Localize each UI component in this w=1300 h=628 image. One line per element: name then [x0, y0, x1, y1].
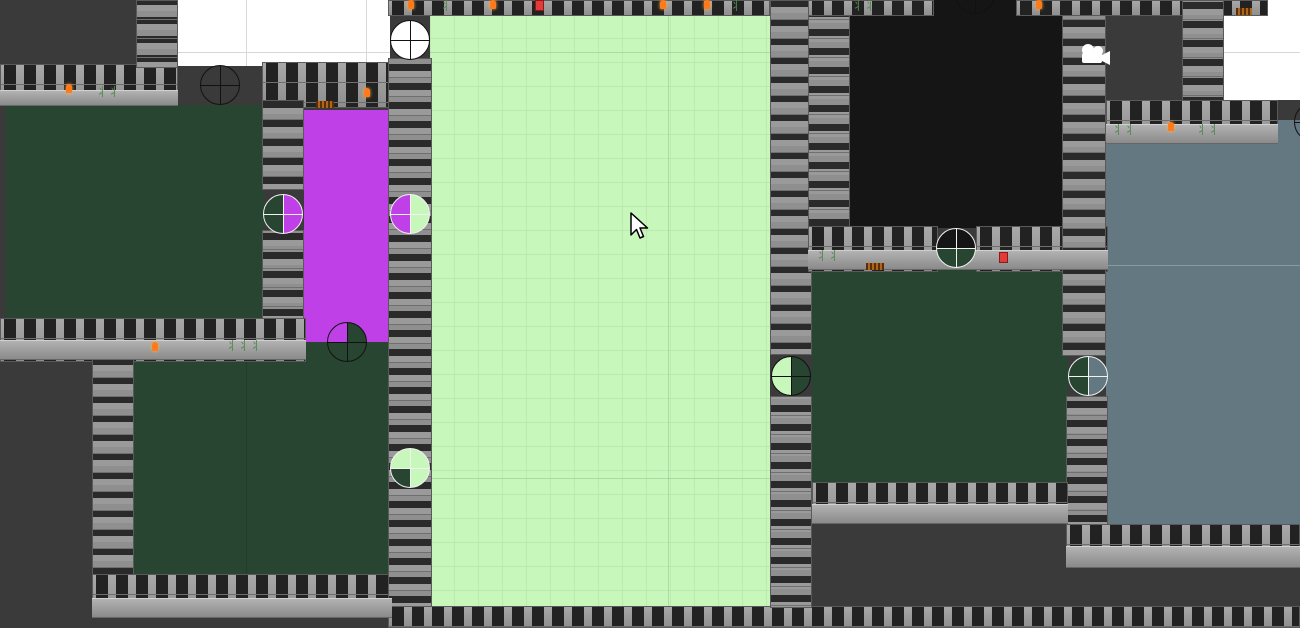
vine-icon: ⺦⺦⺦ — [226, 339, 263, 353]
stone-wall[interactable] — [808, 0, 850, 232]
vine-icon: ⺦⺦ — [96, 85, 121, 99]
torch-icon — [1036, 0, 1042, 9]
torch-icon — [704, 0, 710, 9]
stone-ledge — [0, 90, 178, 106]
banner-icon — [535, 0, 544, 11]
room-dark-green-topleft[interactable] — [6, 105, 264, 320]
room-black[interactable] — [850, 0, 1062, 228]
torch-icon — [660, 0, 666, 9]
grid-guide-line — [668, 14, 669, 608]
grid-guide-line — [1106, 265, 1300, 266]
stone-wall[interactable] — [1182, 0, 1224, 110]
torch-icon — [490, 0, 496, 9]
torch-icon — [152, 342, 158, 351]
room-magenta[interactable] — [304, 110, 390, 342]
room-dark-green-bottomleft[interactable] — [134, 342, 390, 578]
crosshair-marker-icon[interactable] — [390, 20, 430, 60]
banner-icon — [999, 252, 1008, 263]
room-dark-green-center[interactable] — [812, 270, 1068, 484]
crosshair-marker-icon[interactable] — [1068, 356, 1108, 396]
camera-gizmo-icon[interactable] — [1076, 42, 1112, 68]
grid-guide-line — [246, 362, 247, 578]
crosshair-marker-icon[interactable] — [936, 228, 976, 268]
crosshair-marker-icon[interactable] — [263, 194, 303, 234]
torch-icon — [1168, 122, 1174, 131]
torch-icon — [364, 88, 370, 97]
stone-wall[interactable] — [1066, 396, 1108, 528]
stone-ledge — [812, 504, 1068, 524]
vine-icon: ⺦⺦ — [816, 249, 841, 263]
vine-icon: ⺦ — [440, 0, 453, 13]
scene-view[interactable]: ⺦⺦ ⺦⺦⺦ ⺦ ⺦ ⺦⺦ ⺦⺦ ⺦⺦ ⺦⺦ — [0, 0, 1300, 628]
vine-icon: ⺦⺦ — [1112, 123, 1137, 137]
stone-ledge — [1066, 546, 1300, 568]
crosshair-marker-icon[interactable] — [390, 194, 430, 234]
stone-wall[interactable] — [1016, 0, 1268, 16]
stone-wall[interactable] — [262, 100, 304, 190]
grid-guide-line — [390, 478, 770, 479]
gate-icon — [1236, 8, 1252, 15]
stone-wall[interactable] — [770, 0, 812, 355]
vine-icon: ⺦ — [730, 0, 743, 13]
grid-guide-line — [430, 52, 770, 53]
stone-wall[interactable] — [262, 230, 304, 322]
vine-icon: ⺦⺦ — [1196, 123, 1221, 137]
room-slate[interactable] — [1106, 120, 1300, 524]
room-light-green[interactable] — [430, 14, 770, 608]
mouse-cursor-icon — [630, 212, 649, 239]
stone-wall[interactable] — [388, 606, 1300, 628]
stone-wall[interactable] — [92, 358, 134, 580]
stone-ledge — [92, 598, 392, 618]
crosshair-marker-icon[interactable] — [200, 65, 240, 105]
gate-icon — [866, 263, 884, 270]
stone-wall[interactable] — [770, 396, 812, 608]
crosshair-marker-icon[interactable] — [771, 356, 811, 396]
torch-icon — [408, 0, 414, 9]
torch-icon — [66, 84, 72, 93]
vine-icon: ⺦⺦ — [852, 0, 877, 13]
crosshair-marker-icon[interactable] — [390, 448, 430, 488]
crosshair-marker-icon[interactable] — [327, 322, 367, 362]
stone-wall[interactable] — [136, 0, 178, 68]
gate-icon — [316, 101, 334, 108]
stone-wall[interactable] — [388, 58, 432, 628]
